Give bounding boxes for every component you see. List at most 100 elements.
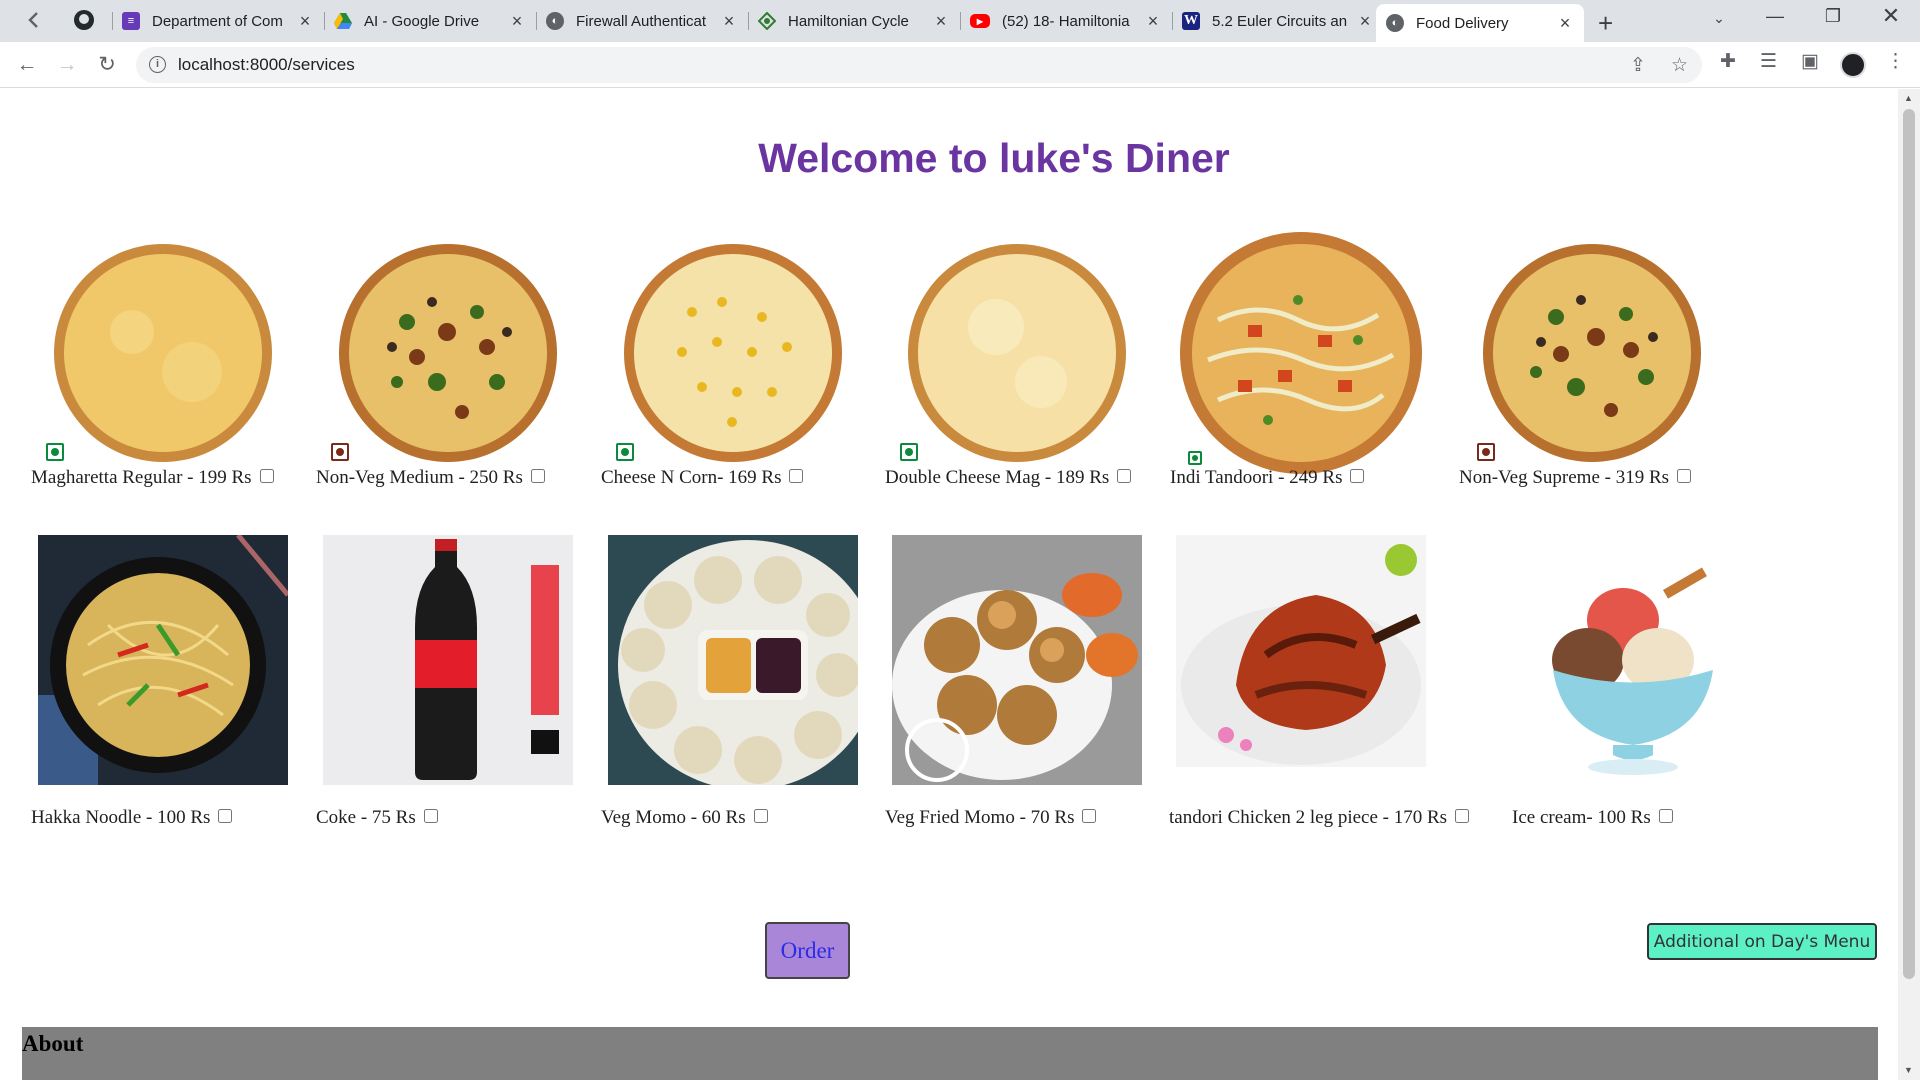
item-checkbox[interactable] — [1455, 809, 1470, 823]
non-veg-icon — [331, 443, 349, 461]
item-label: Non-Veg Supreme - 319 Rs — [1459, 467, 1692, 489]
forms-icon: ≡ — [122, 12, 140, 30]
item-checkbox[interactable] — [259, 469, 274, 483]
pizza-image — [1467, 228, 1717, 478]
youtube-icon: ▶ — [970, 14, 990, 28]
scrollbar-thumb[interactable] — [1903, 109, 1915, 979]
tab-firewall[interactable]: ◐ Firewall Authenticat × — [536, 4, 748, 38]
item-label: Cheese N Corn- 169 Rs — [601, 467, 804, 489]
about-heading: About — [22, 1031, 84, 1056]
tab-search-icon[interactable] — [22, 8, 46, 32]
tab-title: 5.2 Euler Circuits an — [1212, 12, 1348, 30]
noodles-image — [38, 535, 288, 785]
close-icon[interactable]: × — [1356, 11, 1374, 32]
tab-department[interactable]: ≡ Department of Com × — [112, 4, 324, 38]
non-veg-icon — [1477, 443, 1495, 461]
restore-icon[interactable]: ❐ — [1810, 6, 1856, 27]
tab-title: Food Delivery — [1416, 14, 1509, 32]
pizza-image — [1176, 228, 1426, 478]
item-checkbox[interactable] — [1658, 809, 1673, 823]
momo-image — [608, 535, 858, 785]
item-checkbox[interactable] — [1082, 809, 1097, 823]
share-icon[interactable]: ⇪ — [1630, 54, 1646, 77]
item-checkbox[interactable] — [1350, 469, 1365, 483]
item-label: Veg Momo - 60 Rs — [601, 807, 768, 829]
tab-title: Department of Com — [152, 12, 283, 30]
item-checkbox[interactable] — [753, 809, 768, 823]
tab-title: Firewall Authenticat — [576, 12, 707, 30]
site-icon — [758, 12, 776, 30]
veg-icon — [616, 443, 634, 461]
tab-food-delivery[interactable]: ◐ Food Delivery × — [1376, 4, 1584, 42]
item-label: Magharetta Regular - 199 Rs — [31, 467, 274, 489]
item-checkbox[interactable] — [423, 809, 438, 823]
tab-hamiltonian-cycle[interactable]: Hamiltonian Cycle × — [748, 4, 960, 38]
veg-icon — [900, 443, 918, 461]
address-bar[interactable]: i ⇪ ☆ — [136, 47, 1702, 83]
drive-icon — [334, 12, 352, 30]
item-checkbox[interactable] — [1677, 469, 1692, 483]
about-section: About — [22, 1027, 1878, 1080]
item-label: Ice cream- 100 Rs — [1512, 807, 1673, 829]
item-label: Coke - 75 Rs — [316, 807, 438, 829]
back-icon[interactable]: ← — [13, 52, 41, 80]
new-tab-button[interactable]: + — [1598, 8, 1613, 39]
word-icon: W — [1182, 12, 1200, 30]
page-scrollbar[interactable]: ▲ ▼ — [1898, 89, 1920, 1080]
reading-list-icon[interactable]: ☰ — [1760, 50, 1777, 73]
veg-icon — [46, 443, 64, 461]
reload-icon[interactable]: ↻ — [93, 52, 121, 80]
coke-bottle-image — [323, 535, 573, 785]
tab-search-icon[interactable]: ⌄ — [1696, 10, 1742, 27]
order-button[interactable]: Order — [765, 922, 850, 979]
tandoori-chicken-image — [1176, 535, 1426, 785]
item-label: Hakka Noodle - 100 Rs — [31, 807, 233, 829]
item-label: Veg Fried Momo - 70 Rs — [885, 807, 1097, 829]
item-label: Double Cheese Mag - 189 Rs — [885, 467, 1132, 489]
close-icon[interactable]: × — [932, 11, 950, 32]
minimize-icon[interactable]: — — [1752, 6, 1798, 27]
globe-icon: ◐ — [546, 12, 564, 30]
close-icon[interactable]: × — [1556, 13, 1574, 34]
item-checkbox[interactable] — [218, 809, 233, 823]
pizza-image — [38, 228, 288, 478]
close-icon[interactable]: × — [1144, 11, 1162, 32]
item-label: tandori Chicken 2 leg piece - 170 Rs — [1169, 807, 1470, 829]
side-panel-icon[interactable]: ▣ — [1801, 50, 1819, 73]
ice-cream-image — [1508, 535, 1758, 785]
browser-tab-strip: ≡ Department of Com × AI - Google Drive … — [0, 0, 1920, 42]
extensions-icon[interactable]: ✚ — [1720, 50, 1736, 73]
page-content: Welcome to luke's Diner Magharetta Regul… — [0, 89, 1898, 1080]
additional-menu-button[interactable]: Additional on Day's Menu — [1647, 923, 1877, 960]
pizza-image — [892, 228, 1142, 478]
tab-title: AI - Google Drive — [364, 12, 480, 30]
close-icon[interactable]: × — [720, 11, 738, 32]
menu-icon[interactable]: ⋮ — [1886, 50, 1905, 73]
fried-momo-image — [892, 535, 1142, 785]
pizza-image — [608, 228, 858, 478]
item-checkbox[interactable] — [789, 469, 804, 483]
url-input[interactable] — [178, 53, 1478, 77]
avatar[interactable] — [1840, 52, 1866, 78]
item-checkbox[interactable] — [1117, 469, 1132, 483]
close-icon[interactable]: × — [296, 11, 314, 32]
page-title: Welcome to luke's Diner — [758, 135, 1230, 181]
close-window-icon[interactable]: ✕ — [1868, 3, 1914, 29]
bookmark-star-icon[interactable]: ☆ — [1671, 54, 1688, 77]
close-icon[interactable]: × — [508, 11, 526, 32]
tab-google-drive[interactable]: AI - Google Drive × — [324, 4, 536, 38]
pizza-image — [323, 228, 573, 478]
item-label: Non-Veg Medium - 250 Rs — [316, 467, 545, 489]
scroll-down-icon[interactable]: ▼ — [1904, 1065, 1913, 1075]
browser-toolbar: ← → ↻ i ⇪ ☆ ✚ ☰ ▣ ⋮ — [0, 42, 1920, 88]
tab-title: (52) 18- Hamiltonia — [1002, 12, 1130, 30]
scroll-up-icon[interactable]: ▲ — [1904, 93, 1913, 103]
item-checkbox[interactable] — [530, 469, 545, 483]
forward-icon[interactable]: → — [53, 52, 81, 80]
tab-title: Hamiltonian Cycle — [788, 12, 909, 30]
info-icon[interactable]: i — [149, 56, 166, 73]
tab-euler-circuits[interactable]: W 5.2 Euler Circuits an × — [1172, 4, 1384, 38]
item-label: Indi Tandoori - 249 Rs — [1170, 467, 1365, 489]
tab-youtube[interactable]: ▶ (52) 18- Hamiltonia × — [960, 4, 1172, 38]
github-pinned-tab-icon[interactable] — [72, 8, 96, 32]
